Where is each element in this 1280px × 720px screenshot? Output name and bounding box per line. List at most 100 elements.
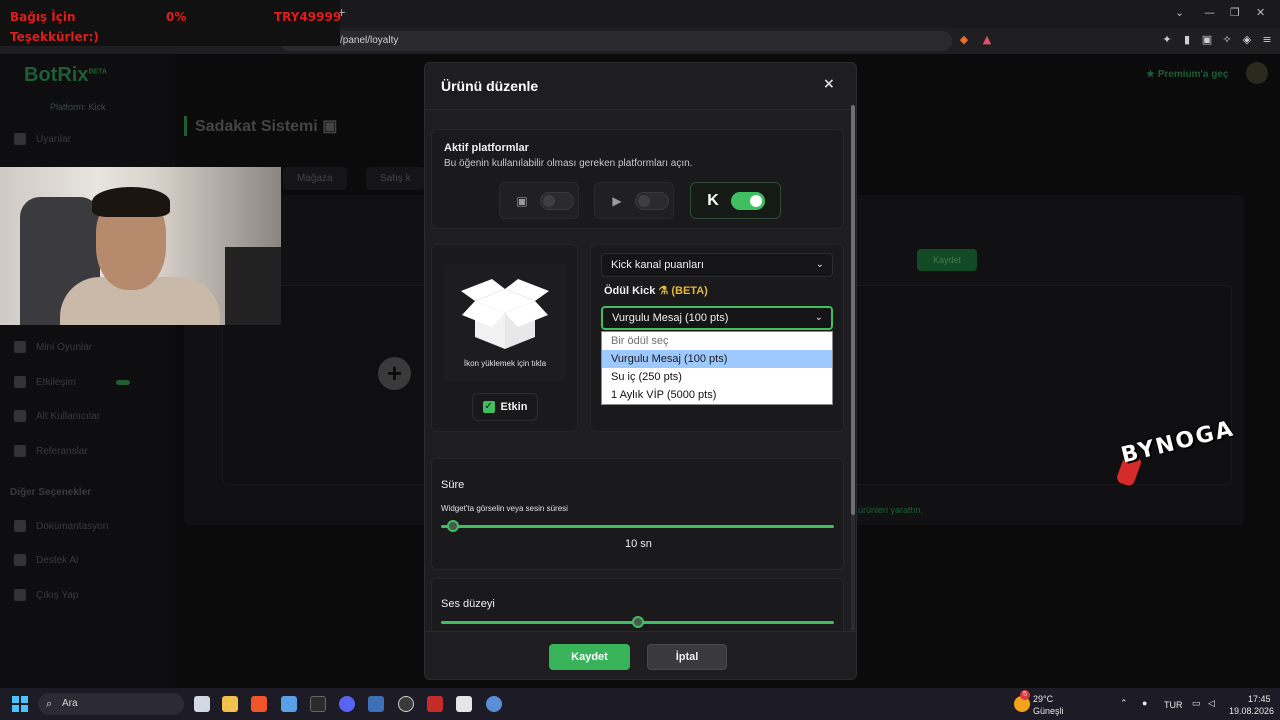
ai-icon[interactable]: ✧: [1220, 33, 1234, 47]
brave-icon[interactable]: [251, 696, 267, 712]
discord-icon[interactable]: [339, 696, 355, 712]
save-background-button[interactable]: Kaydet: [917, 249, 977, 271]
task-view-icon[interactable]: [194, 696, 210, 712]
tray-chevron-icon[interactable]: ⌃: [1120, 698, 1128, 709]
kick-icon: K: [707, 192, 719, 209]
people-icon: [14, 445, 26, 457]
sidebar-item-minigames[interactable]: Mini Oyunlar: [14, 341, 92, 353]
gamepad-icon: [14, 341, 26, 353]
toggle-knob: [750, 195, 762, 207]
icon-upload-area[interactable]: İkon yüklemek için tıkla: [444, 263, 566, 381]
points-select[interactable]: Kick kanal puanları ⌄: [601, 253, 833, 277]
donation-label: Bağış İçin: [10, 10, 76, 24]
windows-start-icon[interactable]: [12, 696, 28, 712]
clock-time[interactable]: 17:45: [1248, 694, 1271, 704]
book-icon: [14, 520, 26, 532]
obs-icon[interactable]: [398, 696, 414, 712]
sidebar-item-logout[interactable]: Çıkış Yap: [14, 589, 78, 601]
webcam-chair-right: [225, 247, 281, 325]
sidebar-item-subusers[interactable]: Alt Kullanıcılar: [14, 410, 100, 422]
sidebar-item-docs[interactable]: Dokümantasyon: [14, 520, 108, 532]
weather-desc: Güneşli: [1033, 706, 1064, 716]
extensions-icon[interactable]: ✦: [1160, 33, 1174, 47]
capcut-icon[interactable]: [310, 696, 326, 712]
restore-icon[interactable]: ❐: [1230, 6, 1240, 19]
tab-list-icon[interactable]: ⌄: [1175, 6, 1184, 19]
add-item-button[interactable]: +: [378, 357, 411, 390]
dropdown-option[interactable]: Bir ödül seç: [602, 332, 832, 350]
platform-kick[interactable]: K: [690, 182, 781, 219]
dropdown-option[interactable]: Vurgulu Mesaj (100 pts): [602, 350, 832, 368]
brave-shield-icon[interactable]: ◆: [957, 33, 971, 47]
platform-twitch[interactable]: ▣: [499, 182, 579, 219]
app-icon[interactable]: [368, 696, 384, 712]
scrollbar-thumb[interactable]: [851, 105, 855, 515]
sidebar-item-support[interactable]: Destek Al: [14, 554, 78, 566]
dropdown-option[interactable]: Su iç (250 pts): [602, 368, 832, 386]
modal-divider: [425, 109, 856, 110]
sidebar-section-heading: Diğer Seçenekler: [10, 487, 92, 498]
youtube-icon: ▶: [612, 194, 622, 208]
store-icon[interactable]: [281, 696, 297, 712]
vpn-icon[interactable]: ◈: [1240, 33, 1254, 47]
language-indicator[interactable]: TUR: [1164, 700, 1183, 710]
enabled-checkbox[interactable]: ✓ Etkin: [472, 393, 538, 421]
avatar[interactable]: [1246, 62, 1268, 84]
beta-badge: (BETA): [671, 285, 708, 297]
enabled-label: Etkin: [500, 401, 528, 413]
media-icon[interactable]: [427, 696, 443, 712]
file-explorer-icon[interactable]: [222, 696, 238, 712]
clock-date[interactable]: 19.08.2026: [1229, 706, 1274, 716]
sidebar-item-label: Alt Kullanıcılar: [36, 410, 100, 422]
new-badge: [116, 379, 131, 385]
cancel-button[interactable]: İptal: [647, 644, 727, 670]
users-icon: [14, 410, 26, 422]
duration-description: Widget'ta görselin veya sesin süresi: [441, 504, 568, 513]
network-icon[interactable]: ▭: [1192, 698, 1201, 709]
chevron-down-icon: ⌄: [815, 259, 824, 270]
save-button[interactable]: Kaydet: [549, 644, 630, 670]
duration-card: [431, 458, 844, 570]
icon-upload-hint: İkon yüklemek için tıkla: [463, 359, 547, 368]
tab-sales[interactable]: Satış k: [366, 167, 425, 190]
points-select-value: Kick kanal puanları: [611, 259, 704, 271]
rewards-icon[interactable]: ▲: [980, 33, 994, 47]
duration-slider-handle[interactable]: [446, 520, 459, 532]
donation-thanks: Teşekkürler:): [10, 30, 99, 44]
wallet-icon[interactable]: ▣: [1200, 33, 1214, 47]
chevron-down-icon: ⌄: [814, 312, 823, 323]
taskbar-search[interactable]: ⌕ Ara: [38, 693, 184, 715]
webcam-feed: [0, 167, 281, 325]
logo-text: BotRix: [24, 64, 89, 86]
twitch-toggle[interactable]: [540, 192, 574, 210]
sidebar-item-referrals[interactable]: Referanslar: [14, 445, 88, 457]
volume-slider-handle[interactable]: [631, 616, 644, 628]
sidebar-item-interaction[interactable]: Etkileşim: [14, 376, 131, 388]
edit-item-modal: Ürünü düzenle × Aktif platformlar Bu öğe…: [424, 62, 857, 680]
menu-icon[interactable]: ≡: [1260, 33, 1274, 47]
donation-percent: 0%: [166, 10, 187, 24]
premium-link[interactable]: ★ Premium'a geç: [1146, 69, 1229, 80]
youtube-toggle[interactable]: [635, 192, 669, 210]
volume-icon[interactable]: ◁: [1208, 698, 1215, 709]
microphone-icon[interactable]: ●: [1142, 698, 1147, 708]
sidebar-item-label: Uyarılar: [36, 133, 72, 145]
editor-icon[interactable]: [456, 696, 472, 712]
close-icon[interactable]: ×: [823, 76, 835, 92]
sidebar-icon[interactable]: ▮: [1180, 33, 1194, 47]
kick-toggle[interactable]: [731, 192, 765, 210]
close-window-icon[interactable]: ✕: [1256, 6, 1265, 19]
address-bar[interactable]: /panel/loyalty: [280, 31, 952, 51]
dropdown-option[interactable]: 1 Aylık VİP (5000 pts): [602, 386, 832, 404]
modal-title: Ürünü düzenle: [441, 78, 539, 94]
botrix-logo[interactable]: BotRixBETA: [24, 64, 107, 87]
sidebar-item-label: Referanslar: [36, 445, 88, 457]
modal-footer: Kaydet İptal: [425, 631, 856, 679]
tab-store[interactable]: Mağaza: [283, 167, 347, 190]
settings-icon[interactable]: [486, 696, 502, 712]
sidebar-item-alerts[interactable]: Uyarılar: [14, 133, 71, 145]
reward-select[interactable]: Vurgulu Mesaj (100 pts) ⌄: [601, 306, 833, 330]
platform-youtube[interactable]: ▶: [594, 182, 674, 219]
duration-slider[interactable]: [441, 525, 834, 528]
minimize-icon[interactable]: —: [1204, 6, 1215, 19]
